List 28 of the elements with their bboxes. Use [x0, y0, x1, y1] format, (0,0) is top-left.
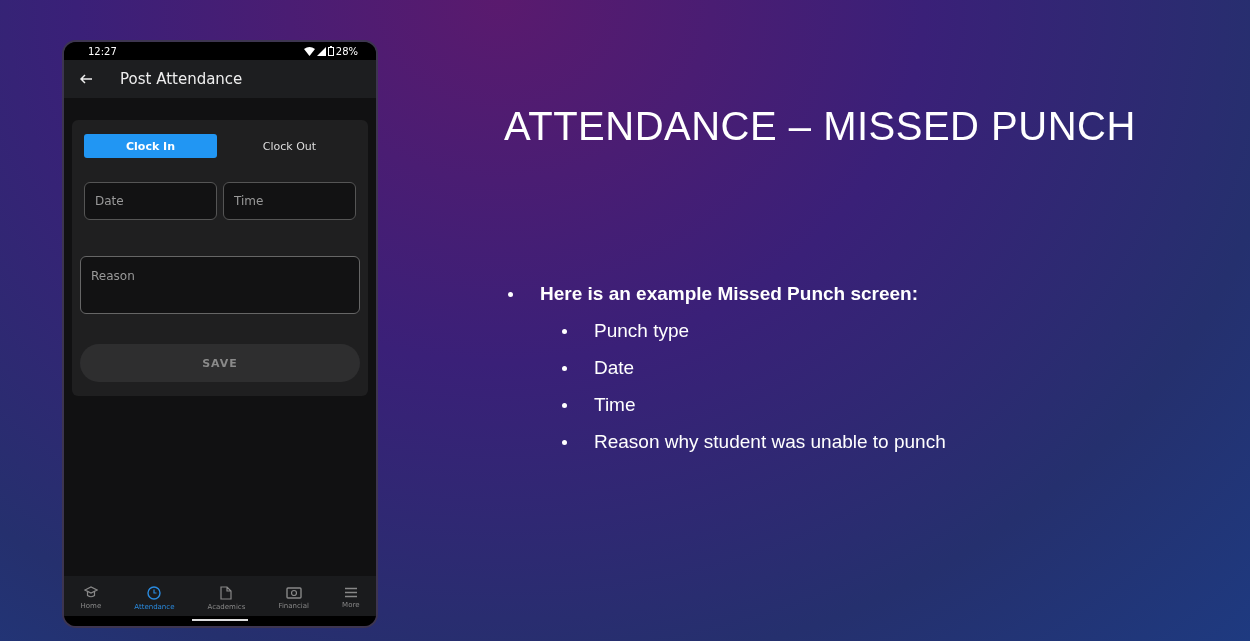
document-icon — [220, 585, 233, 600]
bullet-text: Here is an example Missed Punch screen: — [540, 283, 919, 305]
bullet-icon — [562, 439, 567, 445]
signal-icon — [316, 46, 326, 56]
bullet-icon — [508, 291, 513, 297]
banknote-icon — [285, 586, 302, 599]
battery-level: 28% — [335, 45, 358, 57]
slide-title: ATTENDANCE – MISSED PUNCH — [504, 104, 1137, 149]
status-time: 12:27 — [88, 45, 117, 57]
bullet-icon — [562, 402, 567, 408]
bullet-text: Time — [594, 394, 636, 416]
battery-icon — [327, 46, 334, 56]
bullet-text: Punch type — [594, 320, 690, 342]
screen-title: Post Attendance — [120, 70, 243, 88]
bullet-icon — [562, 365, 567, 371]
wifi-icon — [303, 46, 315, 56]
input-field[interactable]: Date — [84, 182, 217, 220]
clock-icon — [147, 585, 162, 600]
bullet-text: Date — [594, 357, 635, 379]
punch-type-tab[interactable]: Clock In — [84, 134, 217, 158]
bullet-icon — [562, 328, 567, 334]
graduation-cap-icon — [83, 586, 98, 599]
input-field[interactable]: Time — [223, 182, 356, 220]
back-arrow-icon[interactable] — [80, 74, 92, 84]
punch-type-tab[interactable]: Clock Out — [223, 134, 356, 158]
menu-icon — [343, 587, 358, 598]
bullet-text: Reason why student was unable to punch — [594, 431, 946, 453]
reason-field[interactable]: Reason — [80, 256, 360, 314]
